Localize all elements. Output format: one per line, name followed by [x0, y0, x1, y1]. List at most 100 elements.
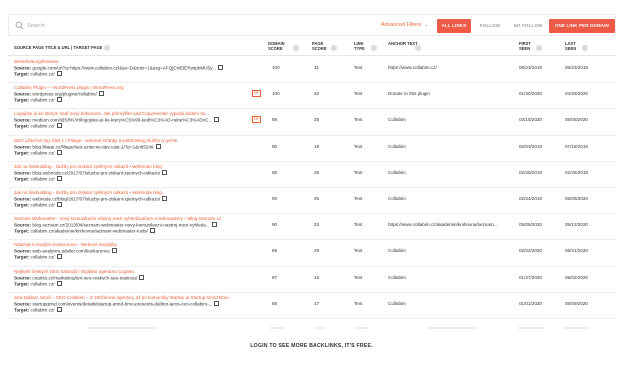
- target-url-link[interactable]: collabim.cz/: [31, 150, 55, 155]
- source-page-title-link[interactable]: Logojiste je ke kterým sedí nový dokumen…: [14, 111, 264, 116]
- source-url-link[interactable]: google.com/url?q=https://www.collabim.cz…: [32, 66, 216, 71]
- sort-icon[interactable]: [329, 45, 337, 51]
- source-url-link[interactable]: blog.filiage.cz/filiage/seo-uzitecne-tip…: [32, 144, 153, 149]
- domain-score: 90: [272, 143, 278, 149]
- external-link-icon[interactable]: [214, 117, 220, 123]
- first-seen-date: 02/18/2020: [519, 117, 542, 123]
- source-label: Source:: [14, 170, 32, 176]
- external-link-icon[interactable]: [56, 97, 62, 103]
- anchor-text: Collabim: [388, 274, 406, 280]
- advanced-filters-toggle[interactable]: Advanced Filters ⌄: [381, 22, 428, 28]
- target-url-link[interactable]: collabim.cz/akademie/knihovna/seznam-web…: [31, 229, 148, 234]
- no-follow-button[interactable]: NO FOLLOW: [510, 19, 546, 33]
- login-cta[interactable]: LOGIN TO SEE MORE BACKLINKS, IT'S FREE.: [0, 343, 623, 349]
- info-icon[interactable]: [104, 45, 111, 51]
- sort-icon[interactable]: [291, 45, 299, 51]
- all-links-button[interactable]: ALL LINKS: [437, 19, 471, 33]
- external-link-icon[interactable]: [162, 196, 168, 201]
- first-seen-date: 02/22/2020: [519, 248, 542, 254]
- info-icon[interactable]: [369, 45, 377, 51]
- target-url-link[interactable]: collabim.cz/: [31, 124, 55, 129]
- last-seen-date: 05/09/2020: [565, 300, 588, 306]
- source-page-title-link[interactable]: Collabim Plugin — WordPress plugin | Wor…: [14, 85, 264, 90]
- external-link-icon[interactable]: [56, 280, 62, 286]
- page-score: 19: [314, 143, 320, 149]
- source-url: Source: startupgrind.com/events/details/…: [14, 300, 256, 306]
- external-link-icon[interactable]: [56, 149, 62, 155]
- external-link-icon[interactable]: [98, 91, 104, 97]
- domain-score: 100: [272, 91, 280, 97]
- source-label: Source:: [14, 196, 32, 202]
- target-label: Target:: [14, 97, 30, 103]
- domain-score: 100: [272, 65, 280, 70]
- page-score: 32: [314, 91, 320, 97]
- external-link-icon[interactable]: [56, 202, 62, 207]
- first-seen-date: 06/23/2019: [519, 65, 542, 70]
- column-source[interactable]: SOURCE PAGE TITLE & URL | TARGET PAGE: [14, 45, 111, 51]
- follow-button[interactable]: FOLLOW: [475, 19, 505, 33]
- external-link-icon[interactable]: [56, 123, 62, 129]
- table-row: Jak na linkbuilding - služby pro získání…: [8, 162, 616, 188]
- source-page-title-link[interactable]: Sea Dalibor Jaroš – CEO Collabim – Z 150…: [14, 295, 264, 300]
- target-url-link[interactable]: collabim.cz/: [31, 281, 55, 286]
- sort-icon[interactable]: [580, 45, 588, 51]
- target-url-link[interactable]: collabim.cz/: [31, 255, 55, 260]
- source-page-title-link[interactable]: Nejlepší českých SEO nástrojů | Digitáln…: [14, 269, 264, 274]
- source-page-title-link[interactable]: Jak na linkbuilding - služby pro získání…: [14, 164, 264, 169]
- target-url-link[interactable]: collabim.cz/: [31, 307, 55, 312]
- source-page-title-link[interactable]: Nástroje k analýze konkurence · Webové a…: [14, 242, 264, 247]
- external-link-icon[interactable]: [56, 71, 62, 76]
- domain-score: 90: [272, 196, 278, 201]
- anchor-text: Donate to this plugin: [388, 91, 430, 97]
- source-label: Source:: [14, 248, 32, 254]
- external-link-icon[interactable]: [111, 248, 117, 254]
- domain-score: 98: [272, 117, 278, 123]
- external-link-icon[interactable]: [56, 306, 62, 312]
- anchor-text: Collabim: [388, 196, 406, 201]
- anchor-text: Collabim: [388, 248, 406, 254]
- target-url: Target: collabim.cz/: [14, 97, 214, 103]
- first-seen-date: 01/01/2020: [519, 300, 542, 306]
- advanced-filters-label: Advanced Filters: [381, 22, 422, 28]
- link-type: Text: [354, 196, 363, 201]
- table-row: Seznam Webmaster - nový komunikační nást…: [8, 214, 616, 241]
- source-url-link[interactable]: medium.com/@SRK3H/logojiste-je-ke-ktery%…: [32, 118, 212, 123]
- source-page-title-link[interactable]: Seznam Webmaster - nový komunikační nást…: [14, 216, 264, 221]
- source-url-link[interactable]: wordpress.org/plugins/collabim/: [32, 92, 96, 97]
- target-url-link[interactable]: collabim.cz/: [31, 98, 55, 103]
- sort-icon[interactable]: [534, 45, 542, 51]
- source-url-link[interactable]: web-analytics.adsilet.com/konkurence: [32, 249, 109, 254]
- first-seen-date: 01/30/2020: [519, 91, 542, 97]
- external-link-icon[interactable]: [149, 228, 155, 234]
- source-url-link[interactable]: cognito.cz/marketing/ten-seo-ceskych-seo…: [32, 275, 137, 280]
- nofollow-badge: NF: [252, 90, 261, 98]
- page-score: 31: [314, 65, 320, 70]
- source-url-link[interactable]: blog.seznam.cz/2013/04/seznam-webmaster-…: [32, 223, 209, 228]
- external-link-icon[interactable]: [217, 65, 223, 70]
- external-link-icon[interactable]: [162, 169, 168, 175]
- source-url-link[interactable]: webnode.cz/blog/2017/07/sluzby-pro-ziska…: [32, 197, 160, 202]
- info-icon[interactable]: [413, 45, 421, 51]
- external-link-icon[interactable]: [155, 143, 161, 149]
- target-url-link[interactable]: collabim.cz/: [31, 176, 55, 181]
- page-score: 15: [314, 274, 320, 280]
- external-link-icon[interactable]: [139, 274, 145, 280]
- source-page-title-link[interactable]: Jak na linkbuilding - služby pro získání…: [14, 190, 264, 195]
- external-link-icon[interactable]: [56, 254, 62, 260]
- external-link-icon[interactable]: [56, 175, 62, 181]
- target-url-link[interactable]: collabim.cz/: [31, 72, 55, 77]
- external-link-icon[interactable]: [214, 300, 220, 306]
- anchor-text: Collabim: [388, 169, 406, 175]
- domain-score: 90: [272, 169, 278, 175]
- link-type: Text: [354, 91, 363, 97]
- target-url: Target: collabim.cz/: [14, 71, 214, 77]
- external-link-icon[interactable]: [211, 222, 217, 228]
- target-url-link[interactable]: collabim.cz/: [31, 203, 55, 208]
- table-row: Weiterleitungshinweis Source: google.com/…: [8, 57, 616, 84]
- source-url-link[interactable]: startupgrind.com/events/details/startup-…: [32, 301, 212, 306]
- source-page-title-link[interactable]: Weiterleitungshinweis: [14, 59, 264, 64]
- one-link-per-domain-button[interactable]: ONE LINK PER DOMAIN: [549, 19, 615, 33]
- search-input[interactable]: [27, 20, 167, 32]
- source-page-title-link[interactable]: SEO užitečné tipy část 1 | Filiage - web…: [14, 138, 264, 143]
- source-url-link[interactable]: blog.webnode.cz/2017/07/sluzby-pro-ziska…: [32, 170, 160, 175]
